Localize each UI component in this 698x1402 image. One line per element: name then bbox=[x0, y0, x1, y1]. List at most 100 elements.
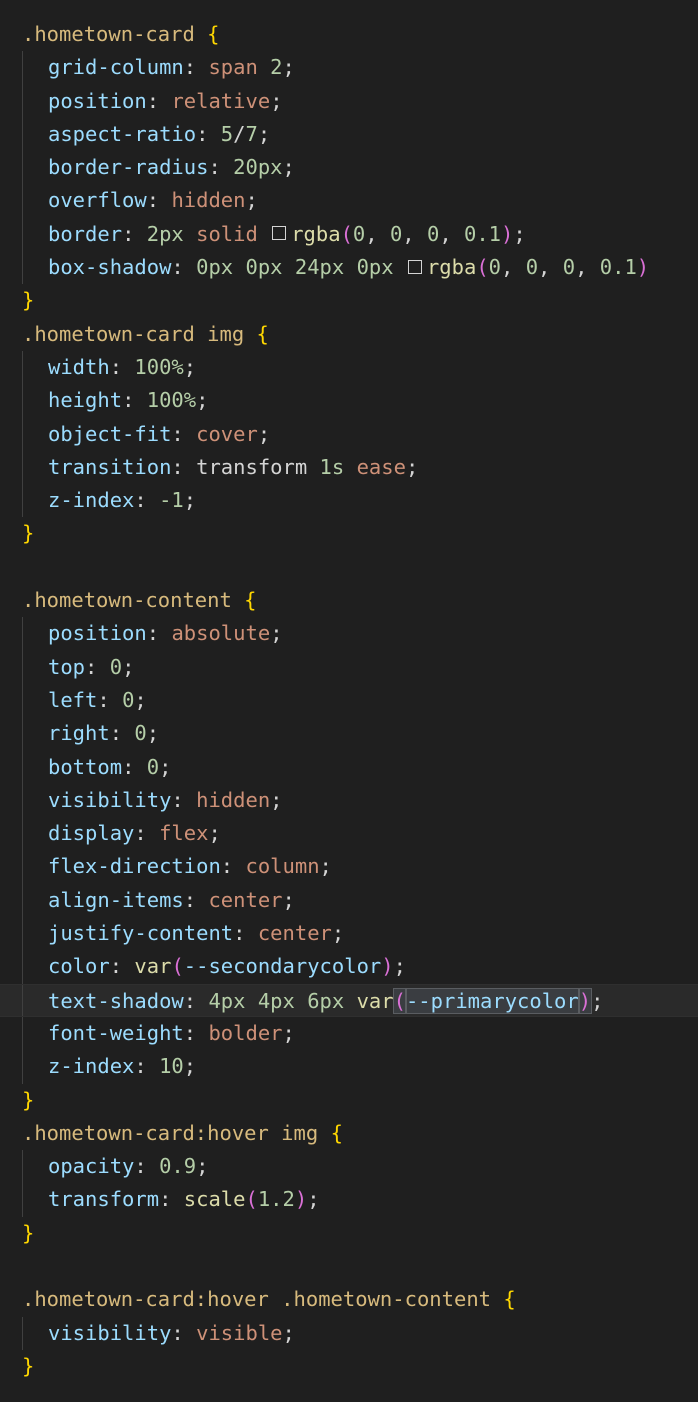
code-line[interactable]: font-weight: bolder; bbox=[0, 1016, 698, 1051]
code-line[interactable]: visibility: hidden; bbox=[0, 783, 698, 818]
color-swatch-icon[interactable] bbox=[272, 226, 287, 241]
code-line[interactable]: bottom: 0; bbox=[0, 750, 698, 784]
code-line[interactable]: position: absolute; bbox=[0, 617, 698, 651]
code-token: -1 bbox=[159, 488, 184, 513]
code-token: ; bbox=[513, 221, 526, 246]
code-text: visibility: visible; bbox=[22, 1317, 295, 1350]
code-line[interactable]: overflow: hidden; bbox=[0, 184, 698, 218]
code-token: 0 bbox=[525, 255, 539, 280]
code-token: : bbox=[146, 621, 172, 646]
code-line[interactable]: transition: transform 1s ease; bbox=[0, 450, 698, 485]
code-line[interactable] bbox=[0, 551, 698, 584]
code-line[interactable]: } bbox=[0, 517, 698, 550]
code-line[interactable]: align-items: center; bbox=[0, 883, 698, 918]
code-line[interactable]: border-radius: 20px; bbox=[0, 151, 698, 185]
code-token: scale bbox=[183, 1187, 246, 1212]
code-line-current[interactable]: text-shadow: 4px 4px 6px var(--primaryco… bbox=[0, 983, 698, 1017]
code-editor-window: { "editor": { "language": "css", "colors… bbox=[0, 0, 698, 1402]
code-text: transform: scale(1.2); bbox=[22, 1183, 320, 1216]
code-line[interactable]: } bbox=[0, 1350, 698, 1383]
code-line[interactable]: width: 100%; bbox=[0, 350, 698, 385]
code-line[interactable]: .hometown-card:hover img { bbox=[0, 1117, 698, 1150]
code-text: justify-content: center; bbox=[22, 917, 344, 950]
color-swatch-icon[interactable] bbox=[407, 259, 422, 274]
code-token: ; bbox=[257, 421, 271, 446]
code-token: left bbox=[48, 687, 98, 712]
code-line[interactable] bbox=[0, 1250, 698, 1283]
code-token: 0.9 bbox=[159, 1154, 197, 1179]
code-token: center bbox=[208, 887, 283, 912]
code-line[interactable]: color: var(--secondarycolor); bbox=[0, 950, 698, 984]
code-token: .hometown-card img bbox=[22, 321, 245, 346]
code-line[interactable]: height: 100%; bbox=[0, 384, 698, 418]
code-line[interactable]: object-fit: cover; bbox=[0, 417, 698, 451]
code-line[interactable]: box-shadow: 0px 0px 24px 0px rgba(0, 0, … bbox=[0, 251, 698, 285]
code-line[interactable]: .hometown-card img { bbox=[0, 318, 698, 351]
code-token: ( bbox=[392, 987, 407, 1014]
code-line[interactable]: z-index: 10; bbox=[0, 1050, 698, 1084]
code-token: ; bbox=[591, 988, 604, 1013]
code-text: } bbox=[22, 284, 34, 317]
code-token: ; bbox=[282, 55, 295, 80]
code-line[interactable]: .hometown-card:hover .hometown-content { bbox=[0, 1283, 698, 1316]
code-token: opacity bbox=[48, 1154, 135, 1179]
code-token: top bbox=[48, 654, 86, 679]
code-token: : bbox=[208, 155, 234, 180]
code-token: : bbox=[171, 421, 197, 446]
code-token: hidden bbox=[171, 188, 246, 213]
code-token: 100% bbox=[146, 388, 197, 413]
code-line[interactable]: position: relative; bbox=[0, 84, 698, 118]
code-text: box-shadow: 0px 0px 24px 0px rgba(0, 0, … bbox=[22, 251, 649, 284]
code-text: align-items: center; bbox=[22, 884, 295, 917]
code-token: 7 bbox=[245, 121, 258, 146]
code-token: { bbox=[503, 1287, 516, 1312]
code-line[interactable]: } bbox=[0, 1217, 698, 1250]
code-token: box-shadow bbox=[48, 255, 172, 280]
code-line[interactable]: right: 0; bbox=[0, 717, 698, 751]
code-token: : bbox=[97, 687, 123, 712]
code-token: font-weight bbox=[48, 1020, 184, 1045]
code-line[interactable]: .hometown-content { bbox=[0, 584, 698, 617]
code-line[interactable]: transform: scale(1.2); bbox=[0, 1183, 698, 1217]
code-token: 1s bbox=[319, 454, 345, 479]
code-token: 0 bbox=[426, 221, 440, 246]
code-token: : bbox=[183, 988, 209, 1013]
code-token: 0.1 bbox=[464, 221, 502, 246]
code-token: ; bbox=[331, 921, 345, 946]
code-text: border-radius: 20px; bbox=[22, 151, 295, 184]
code-editor[interactable]: .hometown-card {grid-column: span 2; posi… bbox=[0, 18, 698, 1383]
code-token: 0 bbox=[122, 687, 135, 712]
code-token: var bbox=[356, 988, 394, 1013]
code-line[interactable]: top: 0; bbox=[0, 650, 698, 684]
code-line[interactable]: justify-content: center; bbox=[0, 917, 698, 951]
code-token: 0px bbox=[245, 255, 283, 280]
code-token: } bbox=[22, 1087, 35, 1112]
code-token: height bbox=[48, 388, 123, 413]
code-token: .hometown-card:hover .hometown-content bbox=[22, 1287, 491, 1312]
code-line[interactable]: } bbox=[0, 1084, 698, 1117]
code-line[interactable]: opacity: 0.9; bbox=[0, 1150, 698, 1184]
code-text: .hometown-content { bbox=[22, 584, 257, 617]
code-token: 0 bbox=[109, 654, 123, 679]
code-line[interactable]: visibility: visible; bbox=[0, 1316, 698, 1350]
code-line[interactable]: .hometown-card { bbox=[0, 18, 698, 51]
code-line[interactable]: left: 0; bbox=[0, 683, 698, 718]
code-line[interactable]: } bbox=[0, 284, 698, 317]
code-line[interactable]: display: flex; bbox=[0, 817, 698, 851]
code-line[interactable]: z-index: -1; bbox=[0, 484, 698, 518]
code-line[interactable]: border: 2px solid rgba(0, 0, 0, 0.1); bbox=[0, 217, 698, 252]
code-token: position bbox=[48, 88, 147, 113]
code-line[interactable]: grid-column: span 2; bbox=[0, 51, 698, 85]
code-line[interactable]: aspect-ratio: 5/7; bbox=[0, 117, 698, 152]
code-token: absolute bbox=[171, 621, 271, 646]
code-token: : bbox=[109, 354, 135, 379]
code-token: ( bbox=[171, 954, 184, 979]
code-token: var bbox=[134, 954, 172, 979]
code-line[interactable]: flex-direction: column; bbox=[0, 850, 698, 884]
code-token: ; bbox=[183, 354, 197, 379]
